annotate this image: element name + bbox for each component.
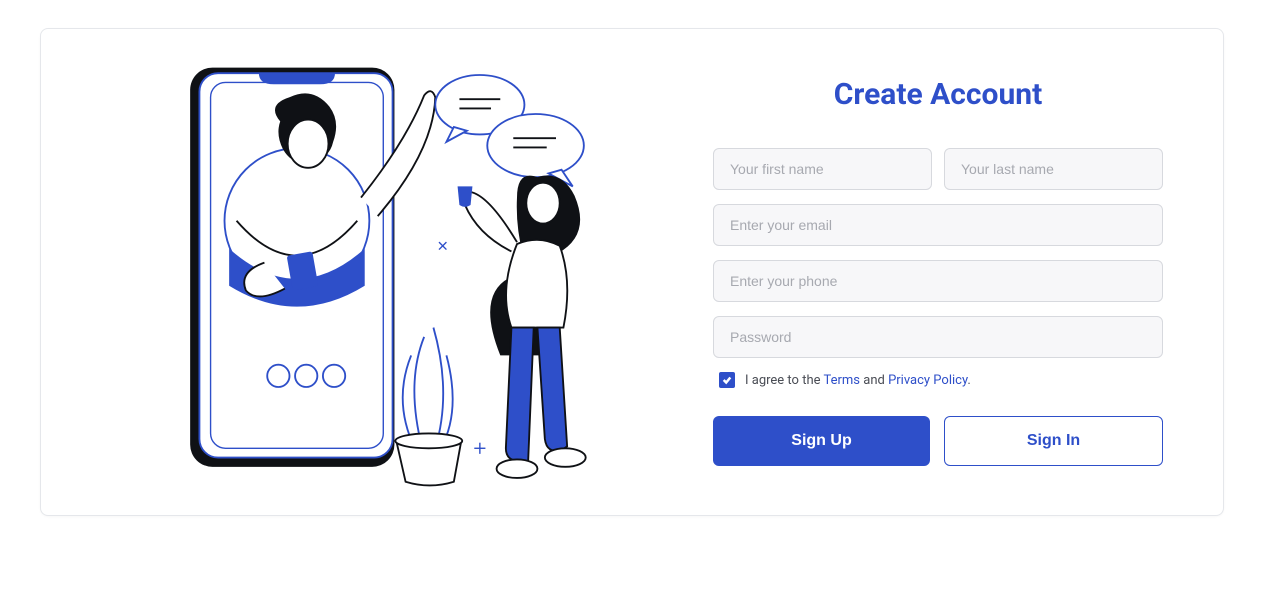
hero-illustration bbox=[111, 49, 663, 495]
page-title: Create Account bbox=[713, 77, 1163, 112]
signup-button[interactable]: Sign Up bbox=[713, 416, 930, 466]
email-input[interactable] bbox=[713, 204, 1163, 246]
signup-form: Create Account I agree to the Terms and … bbox=[713, 77, 1183, 466]
terms-link[interactable]: Terms bbox=[823, 373, 860, 388]
check-icon bbox=[722, 375, 732, 385]
signup-card: Create Account I agree to the Terms and … bbox=[40, 28, 1224, 516]
privacy-link[interactable]: Privacy Policy bbox=[888, 373, 967, 388]
phone-input[interactable] bbox=[713, 260, 1163, 302]
agree-text: I agree to the Terms and Privacy Policy. bbox=[745, 373, 971, 388]
password-input[interactable] bbox=[713, 316, 1163, 358]
last-name-input[interactable] bbox=[944, 148, 1163, 190]
agree-checkbox[interactable] bbox=[719, 372, 735, 388]
signin-button[interactable]: Sign In bbox=[944, 416, 1163, 466]
first-name-input[interactable] bbox=[713, 148, 932, 190]
